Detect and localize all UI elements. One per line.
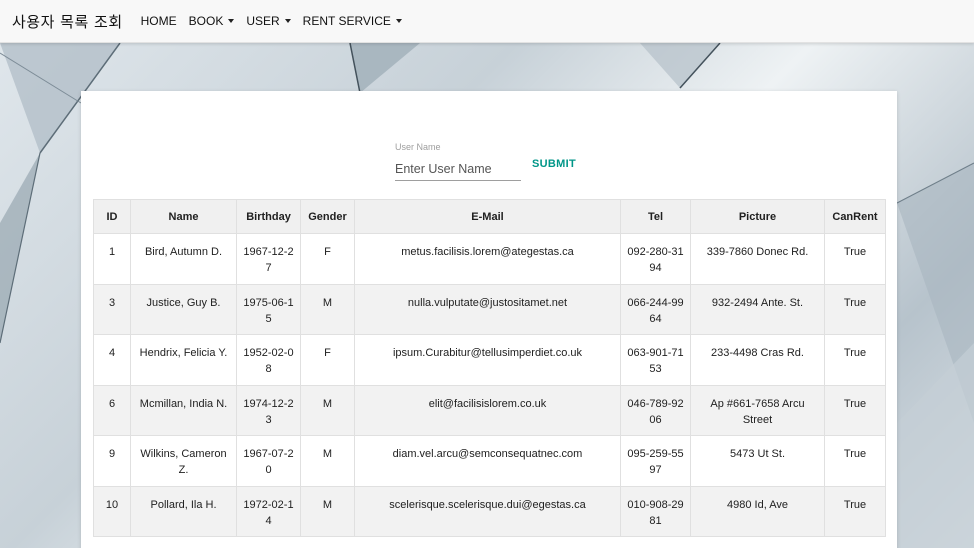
caret-down-icon: [228, 19, 235, 23]
nav-home-label: HOME: [140, 14, 177, 28]
table-cell: 063-901-7153: [620, 334, 691, 386]
table-cell: 1952-02-08: [236, 334, 301, 386]
table-row: 3 Justice, Guy B. 1975-06-15 Mnulla.vulputa…: [93, 283, 886, 335]
table-row: 6 Mcmillan, India N. 1974-12-23 Melit@facil…: [93, 384, 886, 436]
table-cell: nulla.vulputate@justositamet.net: [354, 283, 621, 335]
nav-rent-service-label: RENT SERVICE: [302, 14, 391, 28]
user-name-input[interactable]: [395, 157, 521, 181]
brand-title[interactable]: 사용자 목록 조회: [12, 11, 123, 32]
table-cell: 1974-12-23: [236, 384, 301, 436]
column-header: Birthday: [236, 199, 301, 234]
table-cell: Hendrix, Felicia Y.: [130, 334, 237, 386]
table-cell: True: [824, 233, 886, 285]
table-row: 9 Wilkins, Cameron Z. 1967-07-20 Mdiam.vel.…: [93, 435, 886, 487]
table-cell: 046-789-9206: [620, 384, 691, 436]
table-cell: True: [824, 435, 886, 487]
table-cell: Wilkins, Cameron Z.: [130, 435, 237, 487]
table-cell: Justice, Guy B.: [130, 283, 237, 335]
table-cell: True: [824, 283, 886, 335]
nav-user-label: USER: [246, 14, 280, 28]
table-cell: scelerisque.scelerisque.dui@egestas.ca: [354, 485, 621, 537]
table-cell: F: [300, 334, 355, 386]
column-header: Name: [130, 199, 237, 234]
table-cell: 10: [93, 485, 131, 537]
table-cell: 3: [93, 283, 131, 335]
table-row: 10 Pollard, Ila H. 1972-02-14 Mscelerisque.…: [93, 485, 886, 537]
table-cell: 5473 Ut St.: [690, 435, 825, 487]
nav-rent-service-dropdown[interactable]: RENT SERVICE: [303, 14, 402, 28]
top-navbar: 사용자 목록 조회 HOME BOOK USER RENT SERVICE: [0, 0, 974, 43]
table-cell: Mcmillan, India N.: [130, 384, 237, 436]
caret-down-icon: [284, 19, 291, 23]
table-row: 1 Bird, Autumn D. 1967-12-27 Fmetus.facilis…: [93, 233, 886, 285]
submit-button[interactable]: SUBMIT: [532, 158, 576, 170]
table-cell: M: [300, 435, 355, 487]
table-cell: True: [824, 334, 886, 386]
column-header: ID: [93, 199, 131, 234]
table-row: 4 Hendrix, Felicia Y. 1952-02-08 Fipsum.Cur…: [93, 334, 886, 386]
nav-home[interactable]: HOME: [141, 14, 177, 28]
table-cell: 9: [93, 435, 131, 487]
table-cell: 1967-07-20: [236, 435, 301, 487]
column-header: Picture: [690, 199, 825, 234]
table-cell: 095-259-5597: [620, 435, 691, 487]
table-cell: diam.vel.arcu@semconsequatnec.com: [354, 435, 621, 487]
table-cell: elit@facilisislorem.co.uk: [354, 384, 621, 436]
table-cell: 010-908-2981: [620, 485, 691, 537]
table-header-row: ID Name Birthday Gender E-Mail Tel Picture CanR…: [93, 199, 886, 234]
table-body: 1 Bird, Autumn D. 1967-12-27 Fmetus.facilis…: [93, 233, 886, 537]
caret-down-icon: [395, 19, 402, 23]
table-cell: 932-2494 Ante. St.: [690, 283, 825, 335]
table-cell: F: [300, 233, 355, 285]
table-cell: 1972-02-14: [236, 485, 301, 537]
table-cell: ipsum.Curabitur@tellusimperdiet.co.uk: [354, 334, 621, 386]
table-cell: 4980 Id, Ave: [690, 485, 825, 537]
user-table: ID Name Birthday Gender E-Mail Tel Picture CanR…: [93, 199, 886, 537]
table-cell: 6: [93, 384, 131, 436]
table-cell: 1: [93, 233, 131, 285]
table-cell: Pollard, Ila H.: [130, 485, 237, 537]
nav-book-label: BOOK: [188, 14, 224, 28]
table-cell: 1967-12-27: [236, 233, 301, 285]
content-card: User Name SUBMIT IDNameBirthdayGenderE-M…: [81, 91, 897, 548]
table-cell: 066-244-9964: [620, 283, 691, 335]
table-cell: 4: [93, 334, 131, 386]
table-cell: metus.facilisis.lorem@ategestas.ca: [354, 233, 621, 285]
table-cell: 339-7860 Donec Rd.: [690, 233, 825, 285]
table-cell: 1975-06-15: [236, 283, 301, 335]
column-header: CanRent: [824, 199, 886, 234]
table-cell: Bird, Autumn D.: [130, 233, 237, 285]
table-cell: True: [824, 384, 886, 436]
table-cell: M: [300, 283, 355, 335]
column-header: Gender: [300, 199, 355, 234]
column-header: E-Mail: [354, 199, 621, 234]
table-cell: 233-4498 Cras Rd.: [690, 334, 825, 386]
search-form: User Name SUBMIT: [395, 142, 595, 182]
user-name-label: User Name: [395, 142, 441, 152]
table-cell: Ap #661-7658 Arcu Street: [690, 384, 825, 436]
table-cell: M: [300, 384, 355, 436]
table-cell: M: [300, 485, 355, 537]
nav-user-dropdown[interactable]: USER: [246, 14, 291, 28]
table-cell: 092-280-3194: [620, 233, 691, 285]
column-header: Tel: [620, 199, 691, 234]
nav-book-dropdown[interactable]: BOOK: [189, 14, 235, 28]
table-cell: True: [824, 485, 886, 537]
